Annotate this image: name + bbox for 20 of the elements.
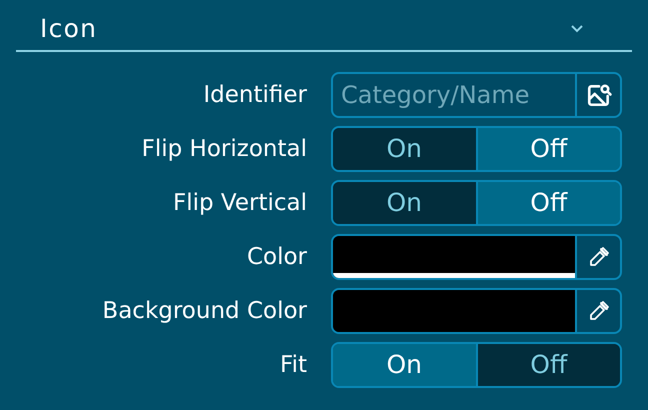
field-label: Identifier [202,80,307,110]
section-header[interactable]: Icon [16,8,632,52]
toggle-option[interactable]: On [333,128,476,170]
color-swatch[interactable] [333,290,575,332]
toggle-option[interactable]: Off [476,128,620,170]
field-label: Flip Vertical [172,188,307,218]
image-search-icon [586,82,612,108]
field-label: Fit [279,350,307,380]
identifier-input-group[interactable]: Category/Name [331,72,622,118]
field-label: Color [246,242,307,272]
field-label: Flip Horizontal [140,134,307,164]
section-title: Icon [40,13,98,46]
identifier-field[interactable]: Category/Name [333,74,575,116]
field-label: Background Color [101,296,307,326]
toggle-option[interactable]: On [333,344,476,386]
toggle-option[interactable]: On [333,182,476,224]
toggle-option[interactable]: Off [476,182,620,224]
toggle-option[interactable]: Off [476,344,620,386]
chevron-icon [570,24,584,34]
color-swatch[interactable] [333,236,575,278]
